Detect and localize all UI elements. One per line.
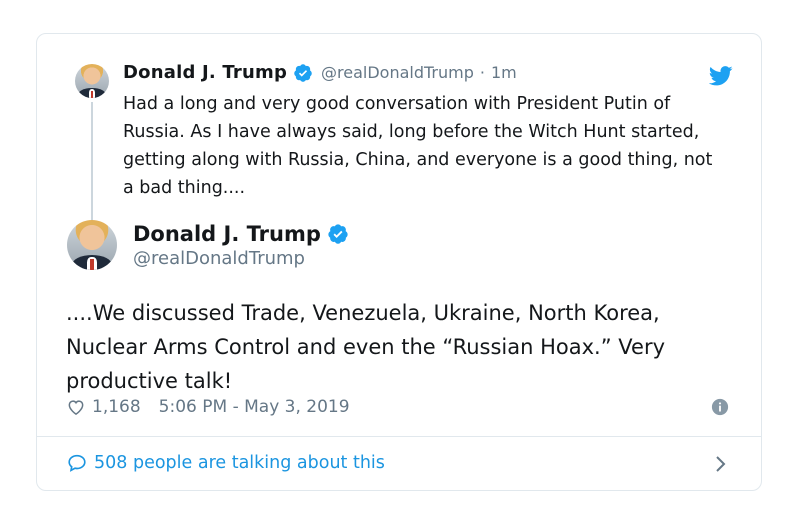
main-author-handle[interactable]: @realDonaldTrump [133,248,305,269]
info-icon[interactable] [711,398,729,416]
quoted-avatar[interactable] [75,64,109,98]
twitter-bird-icon[interactable] [709,66,733,86]
tweet-timestamp[interactable]: 5:06 PM - May 3, 2019 [159,397,350,417]
main-author-row: Donald J. Trump [133,222,349,246]
main-tweet-text: ....We discussed Trade, Venezuela, Ukrai… [66,301,666,393]
speech-bubble-icon [68,454,86,472]
quoted-author-name[interactable]: Donald J. Trump [123,62,287,83]
main-author-name[interactable]: Donald J. Trump [133,222,321,246]
like-count[interactable]: 1,168 [92,397,141,417]
main-avatar[interactable] [67,220,117,270]
quoted-tweet-text: Had a long and very good conversation wi… [123,94,713,198]
conversation-link[interactable]: 508 people are talking about this [66,452,385,474]
header-separator: · [479,63,485,82]
verified-badge-icon [328,224,348,244]
tweet-meta: 1,168 5:06 PM - May 3, 2019 [66,395,350,419]
divider [37,436,761,437]
quoted-tweet-time[interactable]: 1m [491,63,517,82]
verified-badge-icon [294,63,312,82]
quoted-tweet-header: Donald J. Trump @realDonaldTrump · 1m [123,62,517,83]
heart-icon[interactable] [66,397,86,417]
embedded-tweet-card: Donald J. Trump @realDonaldTrump · 1m Ha… [36,33,762,491]
chevron-right-icon[interactable] [713,454,729,474]
conversation-label[interactable]: 508 people are talking about this [94,453,385,473]
quoted-author-handle[interactable]: @realDonaldTrump [321,63,474,82]
